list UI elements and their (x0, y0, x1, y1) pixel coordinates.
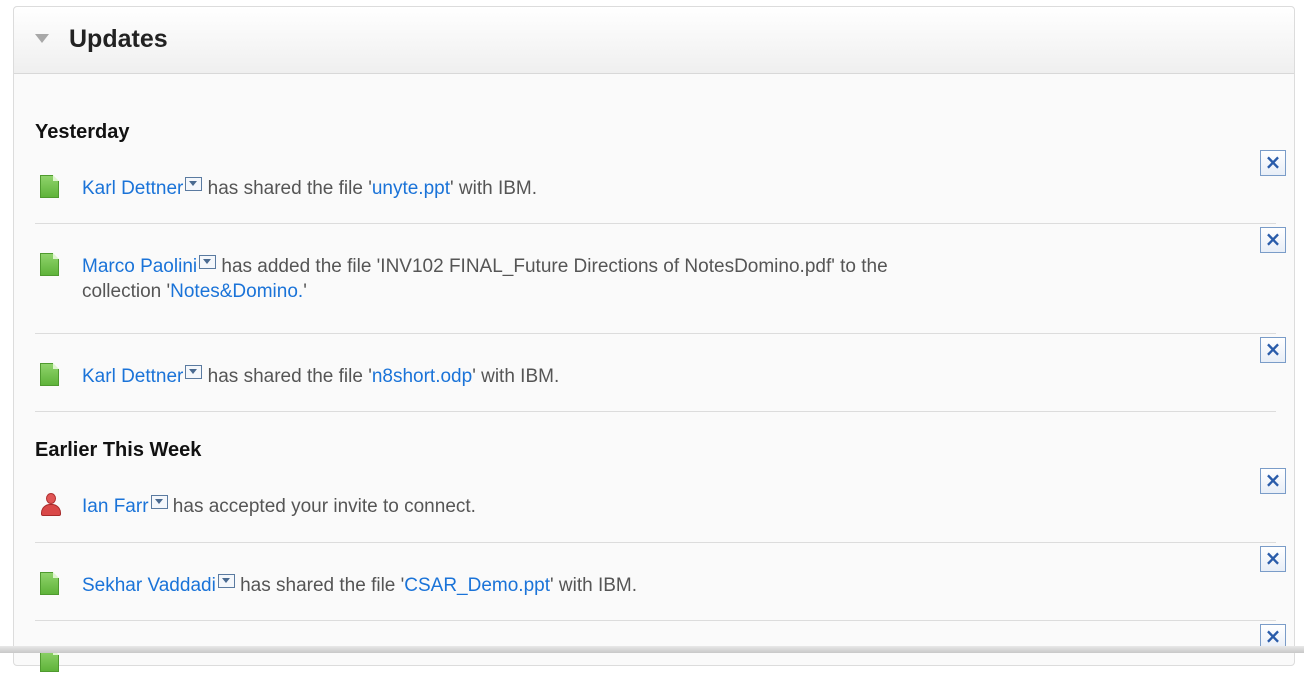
section-heading-yesterday: Yesterday (35, 121, 130, 143)
business-card-icon[interactable] (185, 365, 203, 379)
business-card-icon[interactable] (185, 177, 203, 191)
actor-link[interactable]: Karl Dettner (82, 366, 183, 387)
file-icon (40, 253, 59, 276)
file-link[interactable]: CSAR_Demo.ppt (404, 575, 550, 596)
file-link[interactable]: n8short.odp (372, 366, 472, 387)
section-heading-earlier-this-week: Earlier This Week (35, 439, 202, 461)
update-entry: Karl Dettner has shared the file 'n8shor… (35, 334, 1286, 412)
person-icon (40, 493, 62, 517)
update-entry: Karl Dettner has shared the file 'unyte.… (35, 147, 1286, 224)
business-card-icon[interactable] (217, 574, 235, 588)
business-card-icon[interactable] (199, 255, 217, 269)
business-card-icon[interactable] (150, 495, 168, 509)
file-icon (40, 363, 59, 386)
window-bottom-edge (0, 646, 1304, 653)
update-entry: Ian Farr has accepted your invite to con… (35, 465, 1286, 543)
dismiss-button[interactable]: × (1260, 337, 1286, 363)
collapse-triangle-icon[interactable] (35, 34, 49, 43)
collection-link[interactable]: Notes&Domino. (170, 281, 303, 302)
panel-header[interactable]: Updates (14, 7, 1294, 74)
dismiss-button[interactable]: × (1260, 227, 1286, 253)
actor-link[interactable]: Ian Farr (82, 496, 149, 517)
dismiss-button[interactable]: × (1260, 468, 1286, 494)
updates-panel: Updates Yesterday Karl Dettner has share… (13, 6, 1295, 672)
dismiss-button[interactable]: × (1260, 150, 1286, 176)
file-icon (40, 175, 59, 198)
panel-title: Updates (69, 25, 168, 53)
actor-link[interactable]: Sekhar Vaddadi (82, 575, 216, 596)
actor-link[interactable]: Marco Paolini (82, 256, 197, 277)
actor-link[interactable]: Karl Dettner (82, 178, 183, 199)
file-link[interactable]: unyte.ppt (372, 178, 450, 199)
file-icon (40, 572, 59, 595)
update-entry: Sekhar Vaddadi has shared the file 'CSAR… (35, 543, 1286, 621)
dismiss-button[interactable]: × (1260, 546, 1286, 572)
update-entry: Marco Paolini has added the file 'INV102… (35, 224, 1286, 334)
